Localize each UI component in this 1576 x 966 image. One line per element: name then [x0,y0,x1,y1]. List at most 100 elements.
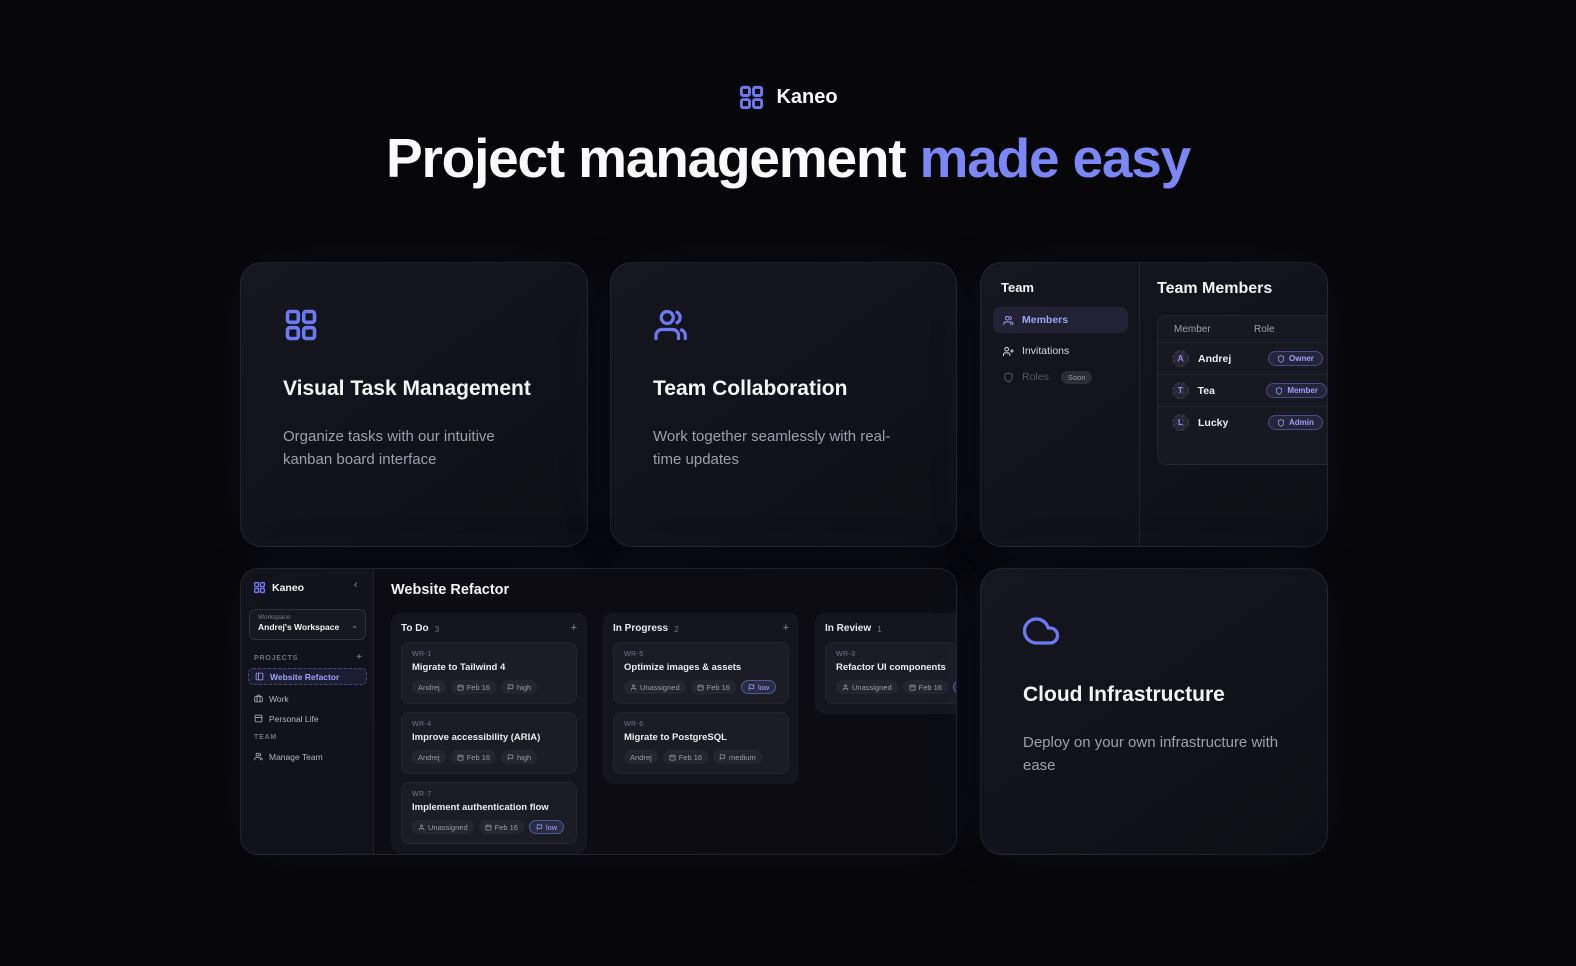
column-in-review: In Review 1 + WR-3 Refactor UI component… [815,613,957,714]
table-row[interactable]: A Andrej Owner [1158,342,1327,374]
project-label: Website Refactor [270,672,339,682]
task-badges: Andrej Feb 16 high [412,680,566,694]
column-title: In Review [825,623,871,634]
soon-badge: Soon [1061,371,1093,384]
team-section-label: TEAM [254,734,277,741]
task-card[interactable]: WR-1 Migrate to Tailwind 4 Andrej Feb 16… [401,642,577,704]
team-preview-card: Team Members Invitations Roles Soon Team… [980,262,1328,547]
due-date-badge: Feb 16 [903,680,948,694]
due-date-label: Feb 16 [467,753,490,762]
sidebar-project-website-refactor[interactable]: Website Refactor [248,668,367,685]
due-date-label: Feb 16 [919,683,942,692]
kanban-preview-card: Kaneo ‹ Workspace Andrej's Workspace ⌄ P… [240,568,957,855]
task-badges: Unassigned Feb 16 low [624,680,778,694]
hero-text-main: Project management [386,127,905,189]
feature-card-cloud-infrastructure: Cloud Infrastructure Deploy on your own … [980,568,1328,855]
kaneo-logo-icon [738,84,765,111]
column-title: To Do [401,623,429,634]
assignee-label: Andrej [630,753,652,762]
column-header-role: Role [1254,324,1275,335]
assignee-badge: Andrej [412,750,446,764]
priority-label: medium [729,753,756,762]
assignee-label: Andrej [418,683,440,692]
add-project-button[interactable]: + [356,653,362,663]
users-icon [653,307,914,343]
cloud-icon [1023,613,1285,649]
projects-section-label: PROJECTS [254,655,298,662]
table-row[interactable]: T Tea Member [1158,374,1327,406]
briefcase-icon [254,694,263,703]
assignee-badge: Unassigned [624,680,686,694]
task-id: WR-1 [412,651,566,658]
priority-badge: low [741,680,776,694]
calendar-icon [457,754,464,761]
feature-description: Organize tasks with our intuitive kanban… [283,425,545,472]
assignee-label: Unassigned [640,683,680,692]
shield-icon [1275,387,1283,395]
workspace-selector[interactable]: Workspace Andrej's Workspace ⌄ [249,609,366,640]
due-date-badge: Feb 16 [451,680,496,694]
task-badges: Unassigned Feb 16 low [836,680,957,694]
task-card[interactable]: WR-5 Optimize images & assets Unassigned… [613,642,789,704]
brand-name: Kaneo [776,86,837,109]
nav-label: Roles [1022,371,1049,383]
users-icon [254,752,263,761]
role-badge: Member [1266,383,1327,398]
member-name: Andrej [1198,353,1268,365]
task-id: WR-5 [624,651,778,658]
add-task-button[interactable]: + [571,623,577,634]
avatar: A [1172,350,1189,367]
priority-badge: low [529,820,564,834]
task-title: Improve accessibility (ARIA) [412,732,566,743]
task-title: Migrate to Tailwind 4 [412,662,566,673]
sidebar-project-work[interactable]: Work [248,690,367,707]
due-date-label: Feb 16 [707,683,730,692]
user-icon [630,684,637,691]
column-header: In Review 1 + [825,623,957,634]
assignee-label: Andrej [418,753,440,762]
feature-card-visual-task-management: Visual Task Management Organize tasks wi… [240,262,588,547]
assignee-badge: Andrej [412,680,446,694]
sidebar-project-personal-life[interactable]: Personal Life [248,710,367,727]
team-sidebar-title: Team [1001,280,1034,295]
user-plus-icon [1003,346,1014,357]
task-card[interactable]: WR-4 Improve accessibility (ARIA) Andrej… [401,712,577,774]
calendar-icon [457,684,464,691]
feature-description: Deploy on your own infrastructure with e… [1023,731,1285,778]
role-badge: Owner [1268,351,1323,366]
sidebar-collapse-button[interactable]: ‹ [354,579,358,591]
task-id: WR-3 [836,651,957,658]
assignee-label: Unassigned [428,823,468,832]
task-title: Migrate to PostgreSQL [624,732,778,743]
task-card[interactable]: WR-3 Refactor UI components Unassigned F… [825,642,957,704]
flag-icon [507,684,514,691]
flag-icon [719,754,726,761]
team-nav-members[interactable]: Members [993,307,1128,333]
add-task-button[interactable]: + [783,623,789,634]
due-date-badge: Feb 16 [479,820,524,834]
task-title: Implement authentication flow [412,802,566,813]
due-date-label: Feb 16 [495,823,518,832]
team-nav-roles: Roles Soon [993,367,1128,387]
task-title: Refactor UI components [836,662,957,673]
priority-badge: high [501,750,537,764]
role-label: Owner [1289,354,1314,363]
due-date-badge: Feb 16 [663,750,708,764]
table-header: Member Role [1158,316,1327,342]
column-header: In Progress 2 + [613,623,789,634]
feature-description: Work together seamlessly with real-time … [653,425,914,472]
assignee-badge: Andrej [624,750,658,764]
table-row[interactable]: L Lucky Admin [1158,406,1327,438]
calendar-icon [697,684,704,691]
task-card[interactable]: WR-7 Implement authentication flow Unass… [401,782,577,844]
due-date-label: Feb 16 [467,683,490,692]
task-card[interactable]: WR-6 Migrate to PostgreSQL Andrej Feb 16… [613,712,789,774]
member-name: Lucky [1198,417,1268,429]
chevron-down-icon: ⌄ [351,621,358,630]
user-icon [842,684,849,691]
nav-label: Invitations [1022,345,1069,357]
workspace-label: Workspace [258,614,357,621]
team-nav-invitations[interactable]: Invitations [993,341,1128,361]
calendar-icon [669,754,676,761]
sidebar-manage-team[interactable]: Manage Team [248,748,367,765]
